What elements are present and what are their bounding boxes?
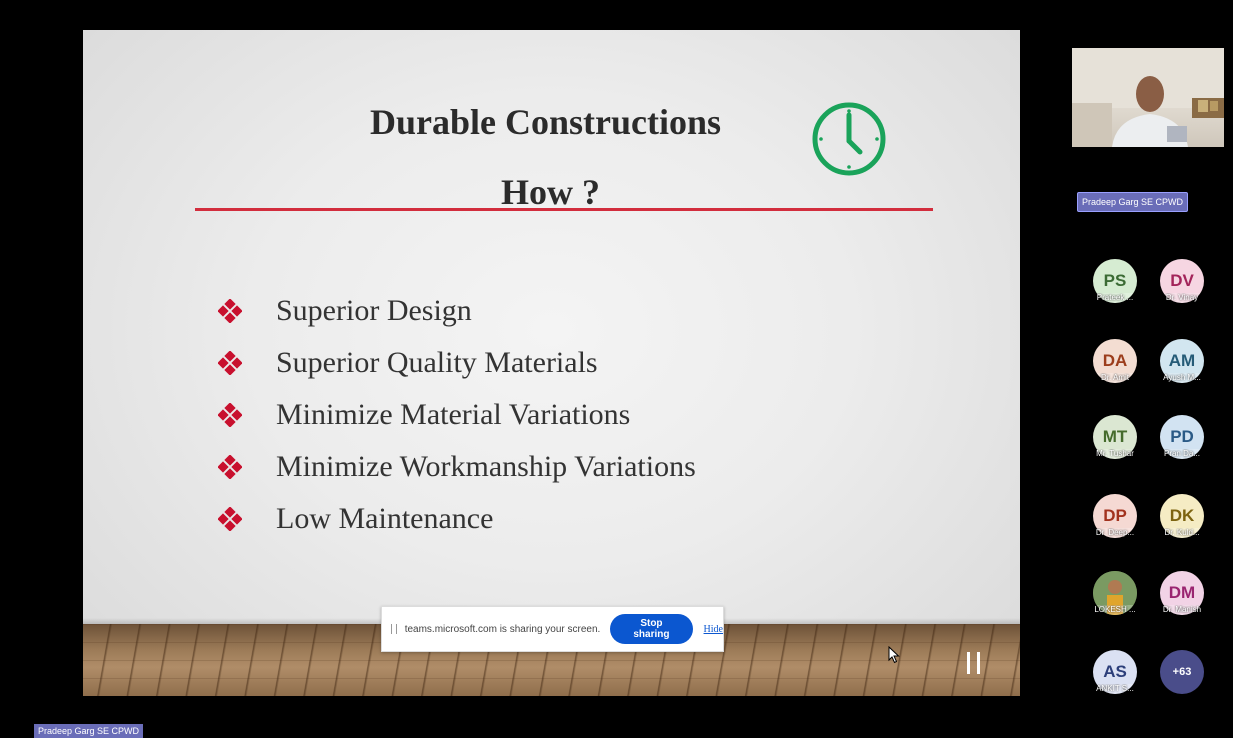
bullet-item: Minimize Workmanship Variations (218, 441, 696, 493)
more-participants-count: +63 (1160, 650, 1204, 694)
bullet-item: Superior Quality Materials (218, 337, 696, 389)
participant-tile[interactable]: DK Dr. Kuld... (1155, 494, 1209, 538)
bullet-text: Minimize Material Variations (276, 398, 631, 431)
participant-tile[interactable]: PD Pran Da... (1155, 415, 1209, 459)
diamond-bullet-icon (218, 299, 242, 323)
screen-share-bar: teams.microsoft.com is sharing your scre… (381, 606, 724, 652)
more-participants-button[interactable]: +63 (1155, 650, 1209, 694)
title-divider (195, 208, 933, 211)
pause-icon[interactable] (965, 652, 983, 674)
bullet-text: Superior Design (276, 294, 472, 327)
presenter-video[interactable] (1072, 48, 1224, 147)
participant-name: Dr. Amit (1100, 373, 1129, 382)
drag-handle-icon[interactable] (391, 624, 397, 634)
bullet-list: Superior Design Superior Quality Materia… (218, 285, 696, 545)
participant-name: LOKESH ... (1094, 605, 1136, 614)
participant-name: Dr. Kuld... (1164, 528, 1200, 537)
participant-name: Ayush M... (1163, 373, 1201, 382)
speaker-name-label: Pradeep Garg SE CPWD (34, 724, 144, 738)
presenter-video-frame (1072, 48, 1224, 147)
participant-name: Prateek ... (1096, 293, 1134, 302)
slide-subtitle: How ? (501, 172, 600, 212)
bullet-text: Low Maintenance (276, 502, 494, 535)
participant-tile[interactable]: AS ANKIT S... (1088, 650, 1142, 694)
participant-tile[interactable]: MT Mr. Tushar (1088, 415, 1142, 459)
participant-tile[interactable]: DA Dr. Amit (1088, 339, 1142, 383)
participant-tile[interactable]: AM Ayush M... (1155, 339, 1209, 383)
diamond-bullet-icon (218, 351, 242, 375)
presenter-name-label: Pradeep Garg SE CPWD (1077, 192, 1189, 212)
hide-link[interactable]: Hide (704, 624, 723, 635)
diamond-bullet-icon (218, 455, 242, 479)
participant-name: Pran Da... (1163, 449, 1200, 458)
participant-tile[interactable]: DM Dr. Manish (1155, 571, 1209, 615)
diamond-bullet-icon (218, 507, 242, 531)
participant-name: Dr. Vinay (1165, 293, 1199, 302)
stop-sharing-button[interactable]: Stop sharing (610, 614, 693, 644)
participant-name: Dr. Deep... (1095, 528, 1135, 537)
participant-tile[interactable]: DV Dr. Vinay (1155, 259, 1209, 303)
diamond-bullet-icon (218, 403, 242, 427)
share-message: teams.microsoft.com is sharing your scre… (404, 623, 601, 635)
participant-name: ANKIT S... (1096, 684, 1134, 693)
participant-tile[interactable]: LOKESH ... (1088, 571, 1142, 615)
mouse-cursor-icon (888, 646, 900, 664)
clock-icon (812, 102, 886, 176)
participant-name: Mr. Tushar (1096, 449, 1134, 458)
participant-name: Dr. Manish (1162, 605, 1202, 614)
bullet-item: Minimize Material Variations (218, 389, 696, 441)
bullet-item: Superior Design (218, 285, 696, 337)
slide-title: Durable Constructions (370, 102, 722, 142)
bullet-text: Superior Quality Materials (276, 346, 598, 379)
participant-tile[interactable]: PS Prateek ... (1088, 259, 1142, 303)
participant-tile[interactable]: DP Dr. Deep... (1088, 494, 1142, 538)
bullet-item: Low Maintenance (218, 493, 696, 545)
bullet-text: Minimize Workmanship Variations (276, 450, 696, 483)
shared-slide: Durable Constructions How ? Superior Des… (83, 30, 1020, 696)
